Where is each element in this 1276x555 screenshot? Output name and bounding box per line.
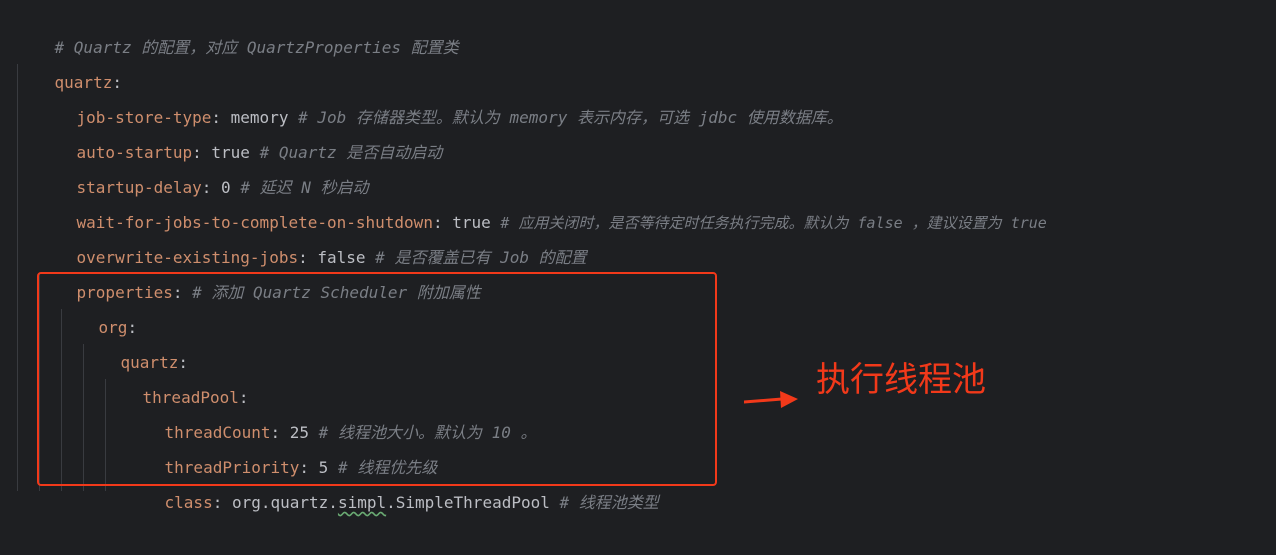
code-line[interactable]: overwrite-existing-jobs: false # 是否覆盖已有 …	[38, 205, 587, 267]
yaml-key: class	[164, 493, 213, 512]
yaml-value: .SimpleThreadPool	[386, 493, 550, 512]
code-line[interactable]: wait-for-jobs-to-complete-on-shutdown: t…	[38, 170, 1047, 232]
yaml-value: org.quartz.	[231, 493, 338, 512]
code-line[interactable]: job-store-type: memory # Job 存储器类型。默认为 m…	[38, 65, 843, 127]
code-line[interactable]: quartz:	[16, 30, 122, 92]
arrow-icon	[744, 391, 798, 408]
code-line[interactable]: auto-startup: true # Quartz 是否自动启动	[38, 100, 443, 162]
code-line[interactable]: properties: # 添加 Quartz Scheduler 附加属性	[38, 240, 481, 302]
annotation-label: 执行线程池	[816, 360, 986, 400]
spellcheck-word: simpl	[337, 493, 387, 512]
code-line[interactable]: # Quartz 的配置，对应 QuartzProperties 配置类	[16, 0, 459, 57]
highlight-box	[37, 272, 717, 486]
code-line[interactable]: startup-delay: 0 # 延迟 N 秒启动	[38, 135, 369, 197]
comment: # 线程池类型	[559, 493, 659, 512]
